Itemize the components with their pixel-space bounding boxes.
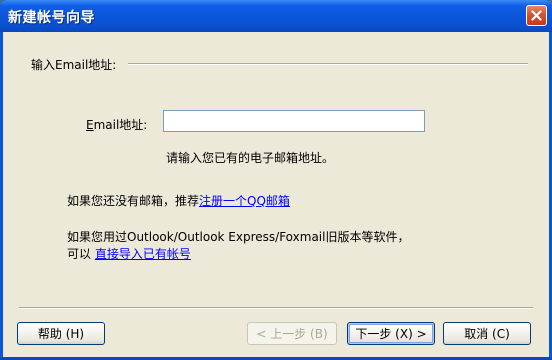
group-legend: 输入Email地址: [31, 58, 117, 72]
close-button[interactable] [526, 5, 547, 26]
email-label-text: mail地址: [93, 118, 148, 132]
group-divider [128, 63, 528, 65]
window-title: 新建帐号向导 [8, 10, 95, 26]
email-hint: 请输入您已有的电子邮箱地址。 [166, 151, 335, 165]
no-email-line: 如果您还没有邮箱，推荐注册一个QQ邮箱 [67, 192, 290, 209]
register-qq-mail-link[interactable]: 注册一个QQ邮箱 [199, 194, 290, 208]
title-bar[interactable]: 新建帐号向导 [0, 0, 552, 32]
import-text-line1: 如果您用过Outlook/Outlook Express/Foxmail旧版本等… [67, 230, 410, 244]
import-account-link[interactable]: 直接导入已有帐号 [95, 247, 191, 261]
import-line2: 可以 直接导入已有帐号 [67, 245, 191, 262]
email-label-mnemonic: E [86, 118, 94, 132]
back-button[interactable]: < 上一步 (B) [247, 322, 337, 345]
help-button[interactable]: 帮助 (H) [17, 322, 105, 345]
email-input[interactable] [163, 110, 425, 132]
wizard-window: 新建帐号向导 输入Email地址: Email地址: 请输入您已有的电子邮箱地址… [0, 0, 552, 360]
no-email-text: 如果您还没有邮箱，推荐 [67, 194, 200, 208]
close-icon [531, 10, 542, 21]
dialog-body: 输入Email地址: Email地址: 请输入您已有的电子邮箱地址。 如果您还没… [3, 32, 549, 357]
email-label: Email地址: [86, 116, 147, 133]
import-text-prefix: 可以 [67, 247, 92, 261]
next-button[interactable]: 下一步 (X) > [347, 322, 435, 345]
button-divider [19, 307, 533, 309]
cancel-button[interactable]: 取消 (C) [443, 322, 531, 345]
